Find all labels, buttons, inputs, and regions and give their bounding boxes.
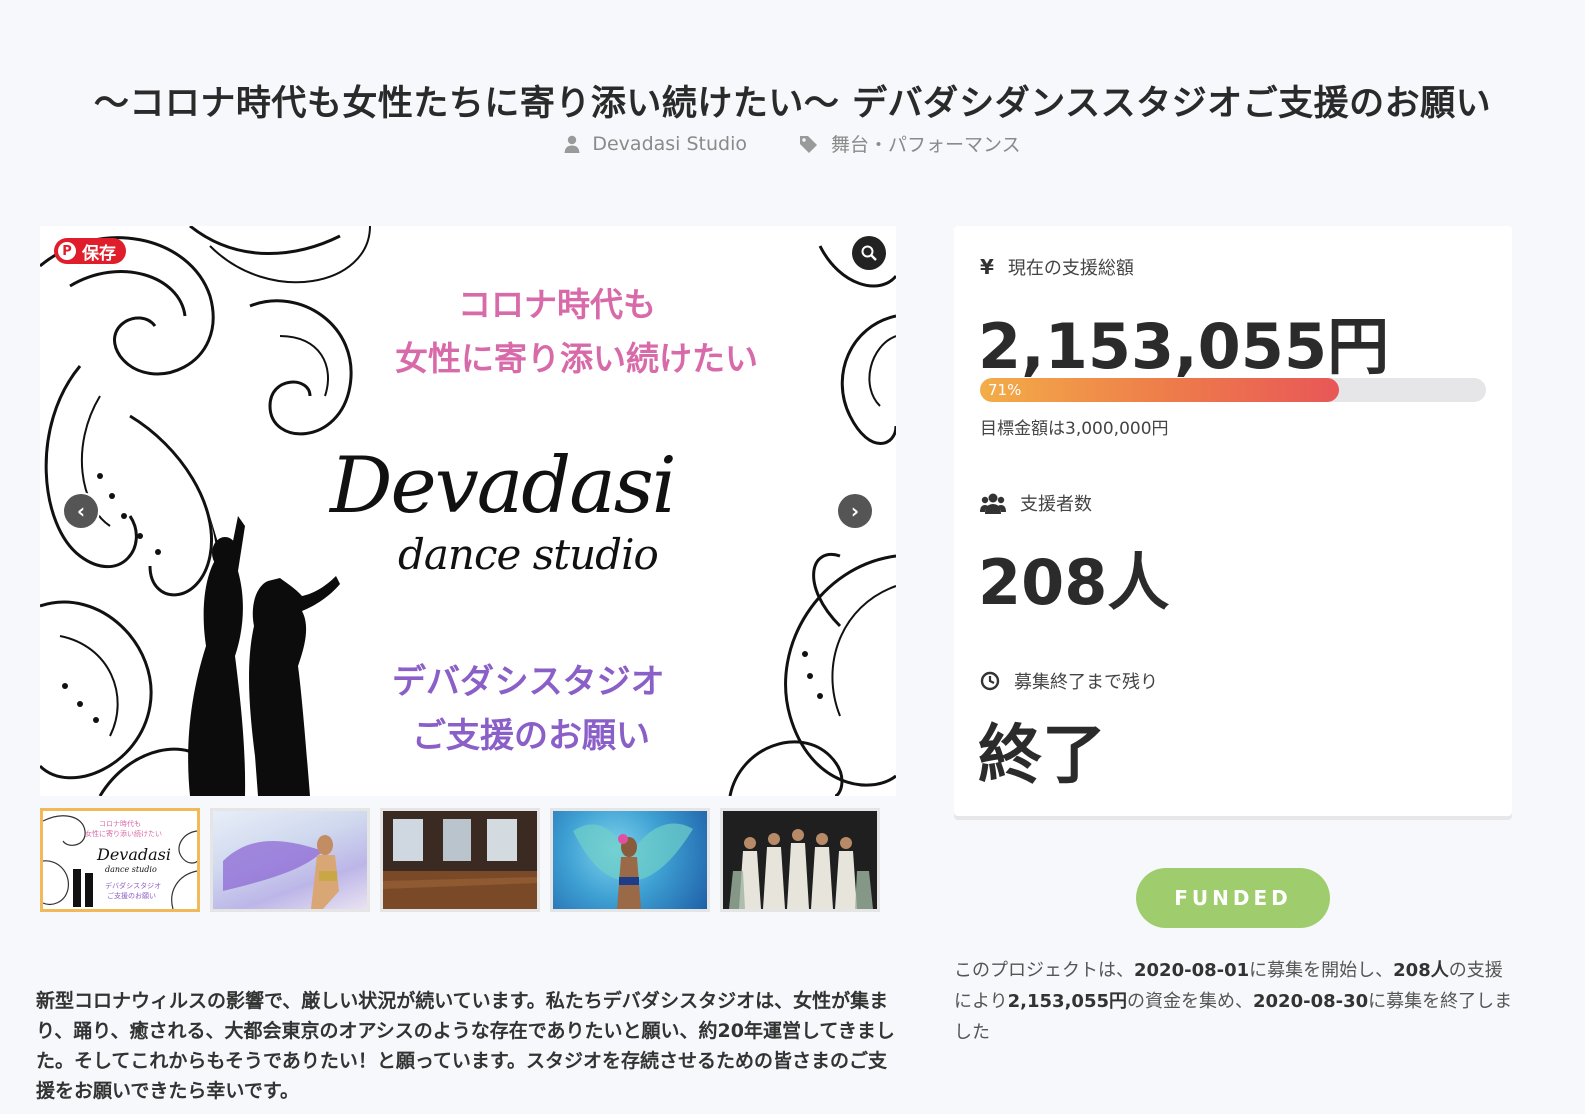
- next-slide-button[interactable]: ›: [838, 494, 872, 528]
- hero-headline-2: 女性に寄り添い続けたい: [395, 339, 758, 378]
- author-name: Devadasi Studio: [592, 132, 748, 155]
- project-hero-image[interactable]: コロナ時代も 女性に寄り添い続けたい Devadasi dance studio…: [40, 226, 896, 796]
- prev-slide-button[interactable]: ‹: [64, 494, 98, 528]
- category-link[interactable]: 舞台・パフォーマンス: [799, 130, 1021, 157]
- funded-badge: FUNDED: [1136, 868, 1330, 928]
- thumbnail-1-text-2: 女性に寄り添い続けたい: [85, 830, 162, 838]
- hero-headline-3: デバダシスタジオ: [392, 662, 665, 702]
- project-description: 新型コロナウィルスの影響で、厳しい状況が続いています。私たちデバダシスタジオは、…: [36, 990, 895, 1102]
- thumbnail-1-logo-sub: dance studio: [105, 865, 157, 874]
- hero-headline-1: コロナ時代も: [458, 285, 656, 324]
- summary-text-4: の資金を集め、: [1127, 991, 1253, 1012]
- page-title: 〜コロナ時代も女性たちに寄り添い続けたい〜 デバダシダンススタジオご支援のお願い: [93, 84, 1492, 125]
- thumbnail-3[interactable]: [380, 808, 540, 912]
- total-label-row: ¥ 現在の支援総額: [980, 254, 1134, 280]
- project-meta: Devadasi Studio 舞台・パフォーマンス: [0, 130, 1585, 157]
- clock-icon: [980, 671, 1000, 691]
- pinterest-icon: P: [58, 242, 76, 260]
- user-icon: [564, 135, 580, 153]
- save-label: 保存: [82, 243, 116, 264]
- backers-count: 208人: [978, 546, 1170, 619]
- zoom-button[interactable]: [852, 236, 886, 270]
- yen-icon: ¥: [980, 255, 994, 279]
- chevron-right-icon: ›: [850, 499, 860, 523]
- thumbnail-1-text-3: デバダシスタジオ: [105, 882, 162, 890]
- pinterest-save-button[interactable]: P 保存: [54, 238, 126, 264]
- remaining-value: 終了: [978, 719, 1106, 793]
- chevron-left-icon: ‹: [76, 499, 86, 523]
- progress-bar: 71%: [980, 378, 1486, 402]
- total-label: 現在の支援総額: [1007, 258, 1134, 279]
- author-link[interactable]: Devadasi Studio: [564, 130, 747, 157]
- thumbnail-3-image: [383, 811, 537, 909]
- thumbnail-1[interactable]: コロナ時代も 女性に寄り添い続けたい Devadasi dance studio…: [40, 808, 200, 912]
- tag-icon: [800, 135, 818, 153]
- hero-headline-4: ご支援のお願い: [412, 716, 650, 756]
- goal-amount: 目標金額は3,000,000円: [980, 419, 1169, 439]
- magnify-icon: [861, 245, 877, 261]
- summary-amount: 2,153,055円: [1007, 991, 1127, 1012]
- studio-logo-text: Devadasi: [330, 441, 677, 531]
- thumbnail-5-image: [729, 829, 873, 909]
- summary-text-1: このプロジェクトは、: [954, 960, 1134, 981]
- backers-label: 支援者数: [1020, 494, 1092, 515]
- summary-start-date: 2020-08-01: [1134, 960, 1250, 981]
- thumbnail-4[interactable]: [550, 808, 710, 912]
- remaining-label-row: 募集終了まで残り: [980, 668, 1158, 694]
- users-icon: [980, 493, 1006, 514]
- thumbnail-strip: コロナ時代も 女性に寄り添い続けたい Devadasi dance studio…: [40, 808, 880, 912]
- summary-backers: 208人: [1393, 960, 1449, 981]
- thumbnail-2[interactable]: [210, 808, 370, 912]
- thumbnail-1-text-1: コロナ時代も: [99, 820, 141, 828]
- progress-label: 71%: [988, 381, 1022, 399]
- total-amount: 2,153,055円: [978, 310, 1390, 383]
- summary-text-2: に募集を開始し、: [1249, 960, 1394, 981]
- thumbnail-5[interactable]: [720, 808, 880, 912]
- thumbnail-4-image: [573, 823, 693, 909]
- funding-stats-card: ¥ 現在の支援総額 2,153,055円 71% 目標金額は3,000,000円…: [954, 226, 1512, 816]
- studio-logo-subtext: dance studio: [398, 530, 659, 579]
- summary-end-date: 2020-08-30: [1253, 991, 1369, 1012]
- thumbnail-1-text-4: ご支援のお願い: [107, 892, 156, 900]
- backers-label-row: 支援者数: [980, 490, 1092, 516]
- progress-bar-fill: 71%: [980, 378, 1340, 402]
- category-name: 舞台・パフォーマンス: [831, 134, 1021, 156]
- remaining-label: 募集終了まで残り: [1014, 672, 1158, 693]
- thumbnail-1-logo: Devadasi: [97, 845, 171, 864]
- project-summary: このプロジェクトは、2020-08-01に募集を開始し、208人の支援により2,…: [954, 955, 1514, 1048]
- thumbnail-2-image: [223, 835, 339, 909]
